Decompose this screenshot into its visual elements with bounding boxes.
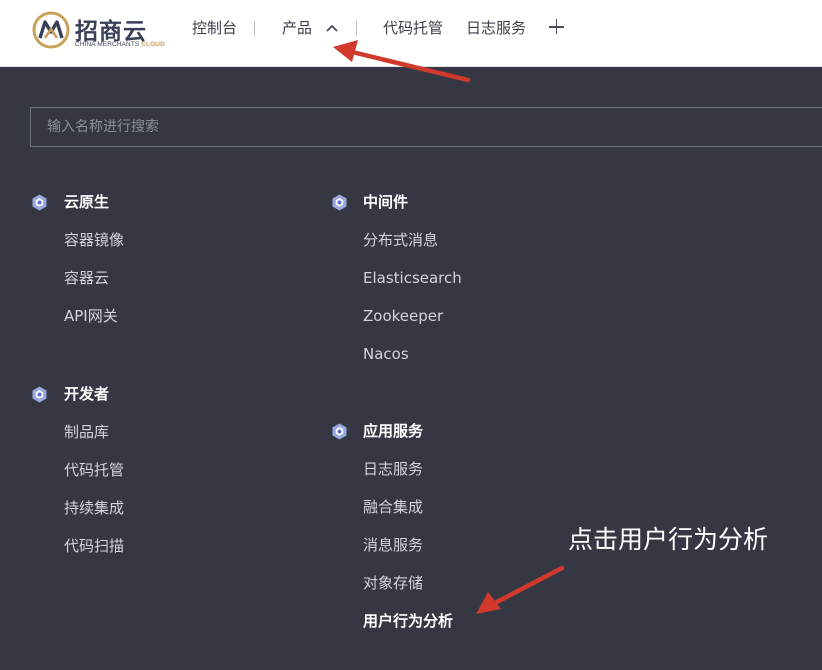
product-item-fusion-integration[interactable]: 融合集成 — [363, 497, 423, 517]
product-search-input[interactable] — [31, 108, 822, 146]
product-search-box[interactable] — [30, 107, 822, 147]
plus-icon[interactable] — [549, 19, 564, 34]
category-title-developer: 开发者 — [64, 385, 110, 403]
category-title-application-services: 应用服务 — [363, 422, 424, 440]
brand-logo-icon — [32, 11, 70, 49]
brand-logo-subtitle-main: CHINA MERCHANTS — [75, 41, 142, 48]
product-item-message-service[interactable]: 消息服务 — [363, 535, 423, 555]
nav-console[interactable]: 控制台 — [192, 17, 237, 39]
product-item-elasticsearch[interactable]: Elasticsearch — [363, 268, 462, 288]
product-item-code-hosting[interactable]: 代码托管 — [64, 460, 124, 480]
chevron-up-icon[interactable] — [326, 24, 338, 32]
product-item-object-storage[interactable]: 对象存储 — [363, 573, 423, 593]
brand-logo[interactable]: 招商云 CHINA MERCHANTS CLOUD — [32, 10, 182, 56]
product-item-artifact-repository[interactable]: 制品库 — [64, 422, 109, 442]
product-item-api-gateway[interactable]: API网关 — [64, 306, 118, 326]
nav-divider — [356, 21, 357, 36]
category-title-cloud-native: 云原生 — [64, 193, 110, 211]
brand-logo-subtitle-accent: CLOUD — [141, 41, 165, 48]
product-item-code-scanning[interactable]: 代码扫描 — [64, 536, 124, 556]
product-item-container-registry[interactable]: 容器镜像 — [64, 230, 124, 250]
nav-log-service[interactable]: 日志服务 — [466, 17, 526, 39]
product-item-nacos[interactable]: Nacos — [363, 344, 409, 364]
brand-logo-subtitle: CHINA MERCHANTS CLOUD — [75, 41, 165, 48]
product-item-user-behavior-analysis[interactable]: 用户行为分析 — [363, 611, 453, 631]
top-navigation-bar: 招商云 CHINA MERCHANTS CLOUD 控制台 产品 代码托管 日志… — [0, 0, 822, 67]
hexagon-cluster-icon — [332, 194, 347, 211]
nav-products[interactable]: 产品 — [282, 17, 312, 39]
products-dropdown-panel: 云原生 容器镜像 容器云 API网关 开发者 制品库 代码托管 持续集成 代码扫… — [0, 67, 822, 670]
category-title-middleware: 中间件 — [363, 193, 409, 211]
product-item-log-service[interactable]: 日志服务 — [363, 459, 423, 479]
product-item-continuous-integration[interactable]: 持续集成 — [64, 498, 124, 518]
hexagon-cluster-icon — [32, 386, 47, 403]
product-item-container-cloud[interactable]: 容器云 — [64, 268, 109, 288]
annotation-instruction-text: 点击用户行为分析 — [568, 525, 769, 554]
hexagon-cluster-icon — [332, 423, 347, 440]
nav-divider — [254, 21, 255, 36]
product-item-distributed-messaging[interactable]: 分布式消息 — [363, 230, 438, 250]
product-item-zookeeper[interactable]: Zookeeper — [363, 306, 443, 326]
nav-code-hosting[interactable]: 代码托管 — [383, 17, 443, 39]
hexagon-cluster-icon — [32, 194, 47, 211]
